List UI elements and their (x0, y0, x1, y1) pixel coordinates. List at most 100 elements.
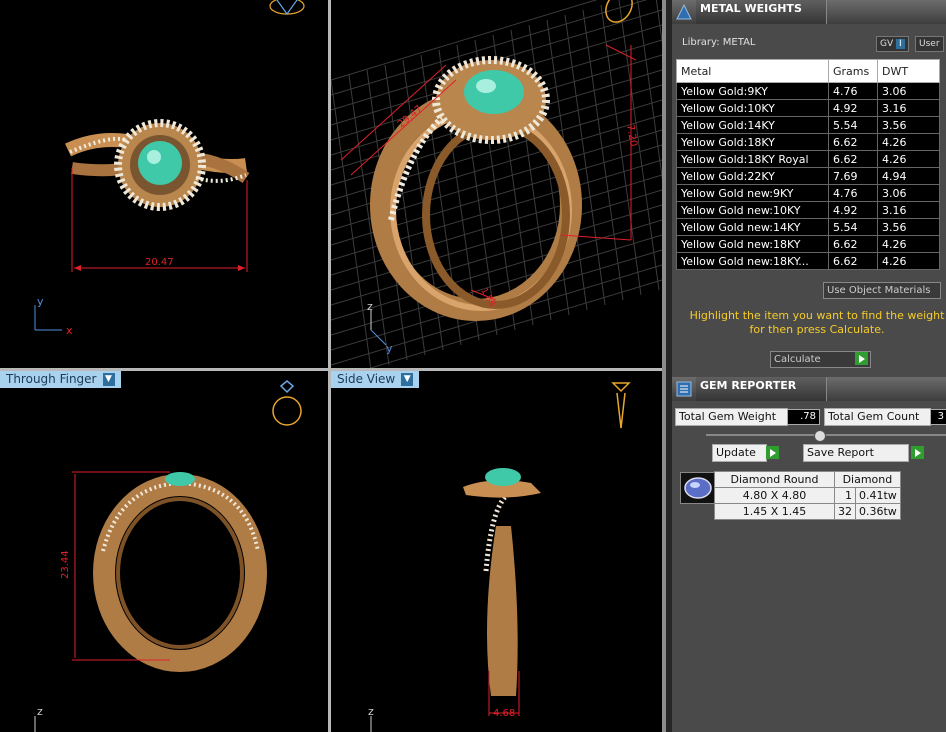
dwt-cell: 4.26 (877, 252, 940, 270)
table-row[interactable]: Yellow Gold:9KY 4.76 3.06 (676, 82, 940, 100)
view-cube-icon[interactable] (611, 382, 631, 429)
svg-text:z: z (367, 300, 373, 313)
chevron-down-icon[interactable]: ▼ (401, 373, 414, 386)
svg-text:x: x (66, 324, 73, 337)
table-row[interactable]: Yellow Gold:18KY Royal 6.62 4.26 (676, 150, 940, 168)
gem-size-cell: 1.45 X 1.45 (714, 503, 835, 520)
toggle-switch-icon: I (896, 39, 905, 49)
view-cube-icon[interactable] (269, 0, 305, 16)
gem-size-cell: 4.80 X 4.80 (714, 487, 835, 504)
svg-text:z: z (368, 705, 374, 718)
table-row[interactable]: Yellow Gold new:18KY 6.62 4.26 (676, 235, 940, 253)
view-cube-icon[interactable] (272, 380, 302, 426)
dwt-cell: 3.06 (877, 82, 940, 100)
metal-cell: Yellow Gold:18KY Royal (676, 150, 829, 168)
grams-cell: 4.92 (828, 201, 878, 219)
grams-cell: 4.92 (828, 99, 878, 117)
svg-text:y: y (37, 295, 44, 308)
table-row[interactable]: Yellow Gold:22KY 7.69 4.94 (676, 167, 940, 185)
grams-cell: 6.62 (828, 252, 878, 270)
grams-cell: 5.54 (828, 116, 878, 134)
viewport-perspective[interactable]: 29.47 7.20 1.88 z y (331, 0, 662, 368)
dwt-cell: 3.56 (877, 116, 940, 134)
chevron-down-icon[interactable]: ▼ (102, 373, 115, 386)
grams-cell: 5.54 (828, 218, 878, 236)
axis-gizmo: z (368, 705, 374, 732)
viewport-divider-vertical[interactable] (328, 0, 331, 732)
dimension-band-width-label: 4.68 (493, 708, 515, 719)
metal-cell: Yellow Gold:14KY (676, 116, 829, 134)
gem-count-cell: 1 (834, 487, 856, 504)
toggle-gv[interactable]: GV I (876, 36, 909, 52)
grams-cell: 7.69 (828, 167, 878, 185)
gem-row[interactable]: 4.80 X 4.80 1 0.41tw (714, 487, 901, 504)
gem-slider-handle[interactable] (814, 430, 826, 442)
gem-slider[interactable] (706, 434, 946, 436)
ring-front-render (93, 472, 267, 672)
metal-cell: Yellow Gold:18KY (676, 133, 829, 151)
total-gem-weight-value: .78 (787, 409, 820, 425)
save-report-arrow-icon[interactable] (911, 446, 924, 459)
dwt-cell: 4.26 (877, 235, 940, 253)
svg-text:y: y (386, 342, 393, 355)
grid-line (368, 279, 662, 368)
table-row[interactable]: Yellow Gold:18KY 6.62 4.26 (676, 133, 940, 151)
ring-top-render (64, 119, 250, 211)
calculate-hint: Highlight the item you want to find the … (689, 309, 945, 336)
gem-count-cell: 32 (834, 503, 856, 520)
metal-cell: Yellow Gold:9KY (676, 82, 829, 100)
svg-text:z: z (37, 705, 43, 718)
metal-cell: Yellow Gold new:14KY (676, 218, 829, 236)
gem-table[interactable]: Diamond Round Diamond 4.80 X 4.80 1 0.41tw… (714, 471, 901, 520)
viewport-through-finger[interactable]: 23.44 z Through Finger ▼ (0, 371, 328, 732)
total-gem-count-value: 3 (930, 409, 946, 425)
metal-weights-table[interactable]: Metal Grams DWT Yellow Gold:9KY 4.76 3.06 Y… (676, 59, 940, 270)
grid-line (637, 0, 662, 180)
metal-weights-icon (676, 3, 692, 20)
col-metal[interactable]: Metal (676, 59, 829, 83)
metal-weights-header: METAL WEIGHTS (672, 0, 946, 24)
diamond-round-icon (680, 472, 716, 504)
update-arrow-icon[interactable] (766, 446, 779, 459)
table-row[interactable]: Yellow Gold new:10KY 4.92 3.16 (676, 201, 940, 219)
grams-cell: 6.62 (828, 133, 878, 151)
axis-gizmo: y x (34, 295, 73, 337)
metal-cell: Yellow Gold new:18KY (676, 235, 829, 253)
dimension-width-label: 20.47 (145, 257, 174, 268)
col-grams[interactable]: Grams (828, 59, 878, 83)
dwt-cell: 4.94 (877, 167, 940, 185)
use-object-materials-checkbox[interactable]: Use Object Materials (823, 282, 941, 299)
viewport-top[interactable]: 20.47 y x (0, 0, 328, 368)
dwt-cell: 3.56 (877, 218, 940, 236)
col-dwt[interactable]: DWT (877, 59, 940, 83)
viewport-divider-horizontal[interactable] (0, 368, 662, 371)
save-report-button[interactable]: Save Report (803, 444, 909, 462)
metal-cell: Yellow Gold:22KY (676, 167, 829, 185)
library-label: Library: METAL (682, 37, 756, 48)
view-selector-side[interactable]: Side View ▼ (331, 371, 420, 388)
gem-weight-cell: 0.41tw (855, 487, 901, 504)
metal-cell: Yellow Gold new:18KY... (676, 252, 829, 270)
view-selector-through-finger[interactable]: Through Finger ▼ (0, 371, 121, 388)
axis-gizmo: z y (367, 300, 393, 355)
table-row[interactable]: Yellow Gold:14KY 5.54 3.56 (676, 116, 940, 134)
viewport-side[interactable]: 4.68 z Side View ▼ (331, 371, 662, 732)
gem-row[interactable]: 1.45 X 1.45 32 0.36tw (714, 503, 901, 520)
total-gem-count-label: Total Gem Count (824, 408, 931, 426)
total-gem-weight-label: Total Gem Weight (675, 408, 788, 426)
grams-cell: 6.62 (828, 150, 878, 168)
grams-cell: 6.62 (828, 235, 878, 253)
table-row[interactable]: Yellow Gold new:9KY 4.76 3.06 (676, 184, 940, 202)
toggle-user[interactable]: User (915, 36, 944, 52)
metal-cell: Yellow Gold new:9KY (676, 184, 829, 202)
table-row[interactable]: Yellow Gold new:14KY 5.54 3.56 (676, 218, 940, 236)
table-row[interactable]: Yellow Gold new:18KY... 6.62 4.26 (676, 252, 940, 270)
dwt-cell: 3.16 (877, 201, 940, 219)
dwt-cell: 3.06 (877, 184, 940, 202)
calculate-arrow-icon[interactable] (855, 352, 868, 365)
dwt-cell: 4.26 (877, 150, 940, 168)
gem-weight-cell: 0.36tw (855, 503, 901, 520)
update-button[interactable]: Update (712, 444, 767, 462)
table-row[interactable]: Yellow Gold:10KY 4.92 3.16 (676, 99, 940, 117)
metal-cell: Yellow Gold new:10KY (676, 201, 829, 219)
